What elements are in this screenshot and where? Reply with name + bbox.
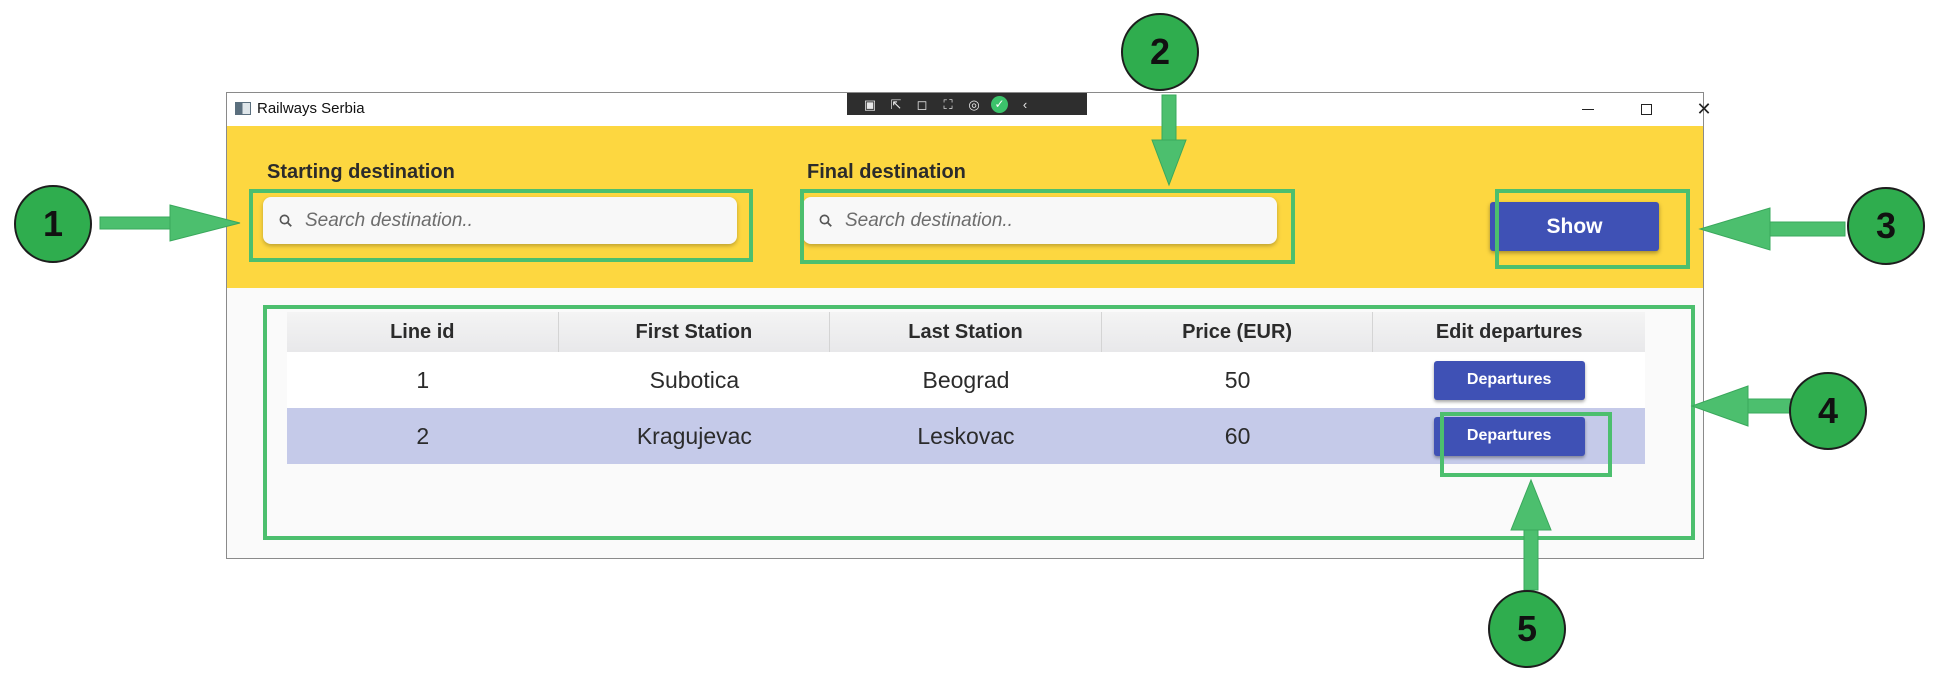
arrow-3-shaft [1759,221,1846,237]
arrow-1-shaft [99,216,181,230]
annotation-badge-4: 4 [1789,372,1867,450]
annotation-badge-1: 1 [14,185,92,263]
annotation-badge-2: 2 [1121,13,1199,91]
arrow-1-head [169,204,241,242]
arrow-3-head [1698,207,1771,251]
arrow-5-head [1510,478,1552,531]
arrow-2-head [1151,139,1187,187]
annotation-arrows [99,94,1846,591]
annotation-badge-3: 3 [1847,187,1925,265]
annotation-badge-5: 5 [1488,590,1566,668]
arrow-4-head [1690,385,1749,427]
